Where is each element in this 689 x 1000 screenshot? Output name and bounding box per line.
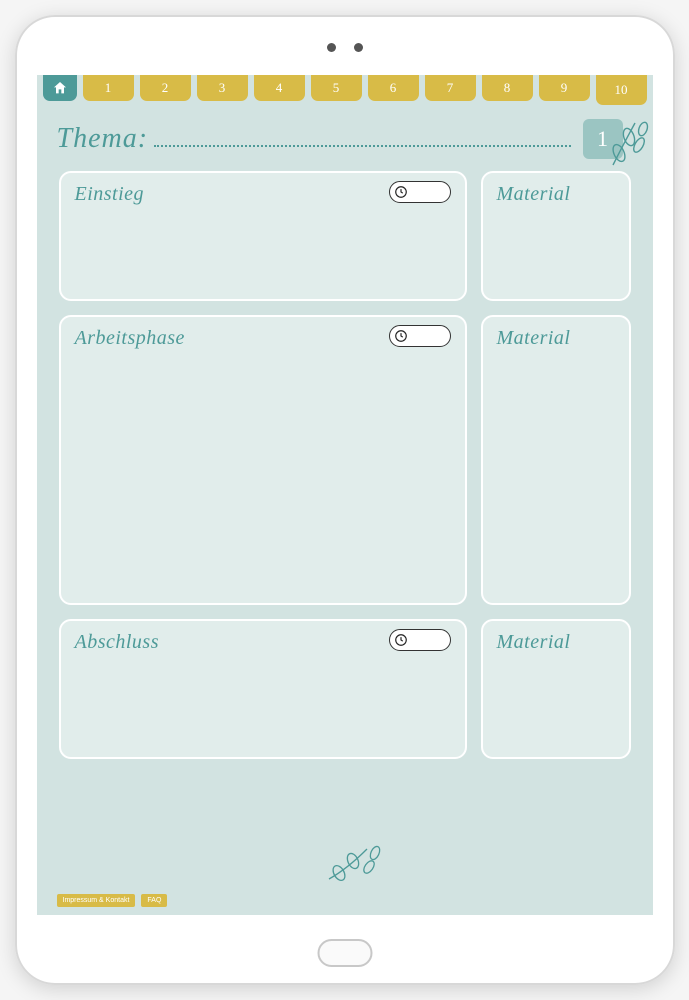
box-material-arbeitsphase[interactable]: Material [481,315,631,605]
row-arbeitsphase: Arbeitsphase Material [59,315,631,605]
thema-input-line[interactable] [154,145,570,147]
tab-8[interactable]: 8 [482,75,533,101]
clock-icon [394,185,408,199]
footer-faq[interactable]: FAQ [141,894,167,907]
tab-1[interactable]: 1 [83,75,134,101]
row-abschluss: Abschluss Material [59,619,631,759]
tab-2[interactable]: 2 [140,75,191,101]
tab-10[interactable]: 10 [596,75,647,105]
leaf-decoration-bottom-icon [325,843,387,885]
tab-5[interactable]: 5 [311,75,362,101]
row-einstieg: Einstieg Material [59,171,631,301]
tab-7[interactable]: 7 [425,75,476,101]
footer-impressum[interactable]: Impressum & Kontakt [57,894,136,907]
tab-6[interactable]: 6 [368,75,419,101]
tab-4[interactable]: 4 [254,75,305,101]
box-abschluss[interactable]: Abschluss [59,619,467,759]
tab-home[interactable] [43,75,77,101]
clock-icon [394,633,408,647]
box-einstieg[interactable]: Einstieg [59,171,467,301]
thema-label: Thema: [57,123,149,155]
box-arbeitsphase[interactable]: Arbeitsphase [59,315,467,605]
material-title-3: Material [497,631,615,654]
camera-dots [327,43,363,52]
content-area: Einstieg Material Arbeitsphase [37,165,653,759]
tab-bar: 1 2 3 4 5 6 7 8 9 10 [37,75,653,105]
tablet-home-button[interactable] [317,939,372,967]
home-icon [52,80,68,96]
box-material-einstieg[interactable]: Material [481,171,631,301]
clock-icon [394,329,408,343]
time-badge-abschluss[interactable] [389,629,451,651]
leaf-decoration-icon [605,115,651,171]
tablet-frame: 1 2 3 4 5 6 7 8 9 10 Thema: 1 [15,15,675,985]
time-badge-arbeitsphase[interactable] [389,325,451,347]
thema-row: Thema: 1 [37,105,653,165]
footer: Impressum & Kontakt FAQ [57,894,168,907]
tab-9[interactable]: 9 [539,75,590,101]
tab-3[interactable]: 3 [197,75,248,101]
material-title-2: Material [497,327,615,350]
screen: 1 2 3 4 5 6 7 8 9 10 Thema: 1 [37,75,653,915]
box-material-abschluss[interactable]: Material [481,619,631,759]
time-badge-einstieg[interactable] [389,181,451,203]
material-title-1: Material [497,183,615,206]
